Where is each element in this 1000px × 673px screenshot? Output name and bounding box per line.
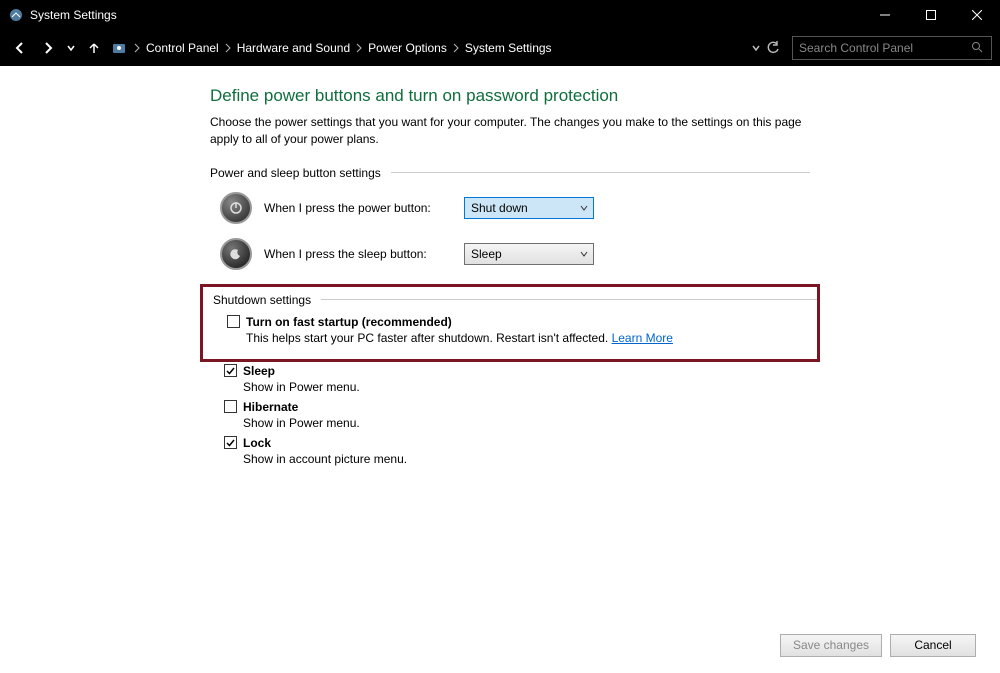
sleep-button-value: Sleep: [471, 247, 502, 261]
row-power-button: When I press the power button: Shut down: [220, 192, 810, 224]
address-right-controls: [752, 41, 780, 55]
breadcrumb: Control Panel Hardware and Sound Power O…: [146, 41, 748, 55]
crumb-system-settings[interactable]: System Settings: [465, 41, 552, 55]
item-fast-startup: Turn on fast startup (recommended) This …: [227, 315, 817, 345]
maximize-button[interactable]: [908, 0, 954, 30]
fast-startup-desc: This helps start your PC faster after sh…: [246, 331, 817, 345]
footer: Save changes Cancel: [0, 624, 1000, 673]
sleep-desc: Show in Power menu.: [243, 380, 810, 394]
crumb-control-panel[interactable]: Control Panel: [146, 41, 219, 55]
fast-startup-label: Turn on fast startup (recommended): [246, 315, 452, 329]
section-power-sleep: Power and sleep button settings: [210, 166, 810, 180]
window: System Settings Control Panel Hardware a…: [0, 0, 1000, 673]
cancel-button[interactable]: Cancel: [890, 634, 976, 657]
checkbox-fast-startup[interactable]: [227, 315, 240, 328]
close-button[interactable]: [954, 0, 1000, 30]
highlight-fast-startup: Shutdown settings Turn on fast startup (…: [200, 284, 820, 362]
power-button-label: When I press the power button:: [264, 201, 464, 215]
page-title: Define power buttons and turn on passwor…: [210, 86, 810, 106]
power-button-value: Shut down: [471, 201, 528, 215]
address-dropdown[interactable]: [752, 44, 760, 52]
section-shutdown: Shutdown settings: [213, 293, 817, 307]
item-lock: Lock Show in account picture menu.: [224, 436, 810, 466]
item-hibernate: Hibernate Show in Power menu.: [224, 400, 810, 430]
crumb-power-options[interactable]: Power Options: [368, 41, 447, 55]
checkbox-sleep[interactable]: [224, 364, 237, 377]
learn-more-link[interactable]: Learn More: [612, 331, 673, 345]
divider: [391, 172, 810, 173]
window-controls: [862, 0, 1000, 30]
sleep-button-combo[interactable]: Sleep: [464, 243, 594, 265]
search-input[interactable]: Search Control Panel: [792, 36, 992, 60]
content: Define power buttons and turn on passwor…: [0, 66, 1000, 673]
forward-button[interactable]: [36, 36, 60, 60]
power-icon: [220, 192, 252, 224]
minimize-button[interactable]: [862, 0, 908, 30]
back-button[interactable]: [8, 36, 32, 60]
sleep-label: Sleep: [243, 364, 275, 378]
row-sleep-button: When I press the sleep button: Sleep: [220, 238, 810, 270]
recent-dropdown[interactable]: [64, 36, 78, 60]
window-title: System Settings: [30, 8, 862, 22]
chevron-right-icon: [451, 43, 461, 53]
chevron-down-icon: [579, 248, 589, 260]
power-button-combo[interactable]: Shut down: [464, 197, 594, 219]
checkbox-lock[interactable]: [224, 436, 237, 449]
crumb-hardware-sound[interactable]: Hardware and Sound: [237, 41, 350, 55]
search-icon: [971, 41, 985, 55]
sleep-button-label: When I press the sleep button:: [264, 247, 464, 261]
save-button[interactable]: Save changes: [780, 634, 882, 657]
item-sleep: Sleep Show in Power menu.: [224, 364, 810, 394]
up-button[interactable]: [82, 36, 106, 60]
app-icon: [8, 7, 24, 23]
control-panel-icon: [110, 39, 128, 57]
chevron-right-icon: [132, 43, 142, 53]
section-power-sleep-label: Power and sleep button settings: [210, 166, 381, 180]
search-placeholder: Search Control Panel: [799, 41, 971, 55]
lock-label: Lock: [243, 436, 271, 450]
chevron-down-icon: [579, 202, 589, 214]
hibernate-desc: Show in Power menu.: [243, 416, 810, 430]
page-description: Choose the power settings that you want …: [210, 114, 810, 148]
chevron-right-icon: [223, 43, 233, 53]
chevron-right-icon: [354, 43, 364, 53]
hibernate-label: Hibernate: [243, 400, 298, 414]
titlebar: System Settings: [0, 0, 1000, 30]
refresh-button[interactable]: [766, 41, 780, 55]
lock-desc: Show in account picture menu.: [243, 452, 810, 466]
divider: [321, 299, 817, 300]
sleep-icon: [220, 238, 252, 270]
checkbox-hibernate[interactable]: [224, 400, 237, 413]
section-shutdown-label: Shutdown settings: [213, 293, 311, 307]
navbar: Control Panel Hardware and Sound Power O…: [0, 30, 1000, 66]
